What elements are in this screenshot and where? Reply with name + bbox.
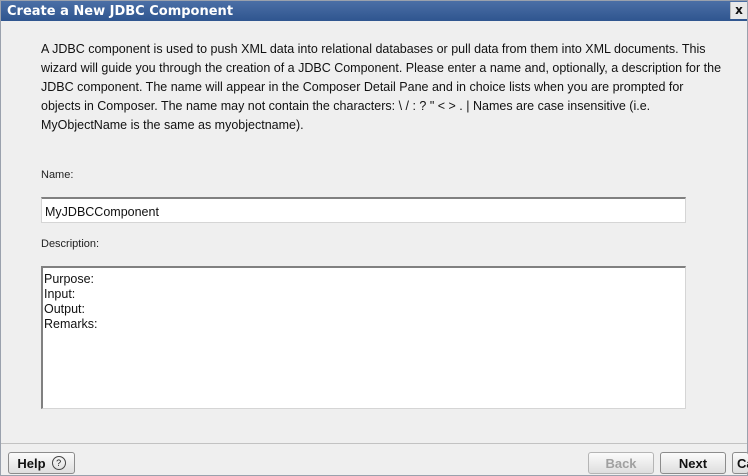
name-field[interactable]: MyJDBCComponent xyxy=(41,197,686,223)
description-field[interactable]: Purpose: Input: Output: Remarks: xyxy=(41,266,686,409)
close-icon[interactable]: x xyxy=(730,2,747,19)
description-line-input: Input: xyxy=(44,287,76,301)
cancel-button[interactable]: Cancel xyxy=(732,452,748,474)
description-label: Description: xyxy=(41,238,100,250)
intro-text: A JDBC component is used to push XML dat… xyxy=(41,42,722,132)
next-button[interactable]: Next xyxy=(660,452,726,474)
name-value: MyJDBCComponent xyxy=(45,205,159,219)
description-line-purpose: Purpose: xyxy=(44,272,95,286)
help-button[interactable]: Help ? xyxy=(8,452,75,474)
footer-divider xyxy=(1,443,747,444)
description-line-remarks: Remarks: xyxy=(44,317,98,331)
help-icon: ? xyxy=(51,456,66,470)
window-titlebar: Create a New JDBC Component x xyxy=(1,1,747,21)
window-title: Create a New JDBC Component xyxy=(7,3,234,19)
create-jdbc-component-dialog: Create a New JDBC Component x A JDBC com… xyxy=(0,0,748,476)
name-label: Name: xyxy=(41,169,74,181)
back-button[interactable]: Back xyxy=(588,452,654,474)
description-line-output: Output: xyxy=(44,302,85,316)
help-button-label: Help xyxy=(17,455,46,471)
